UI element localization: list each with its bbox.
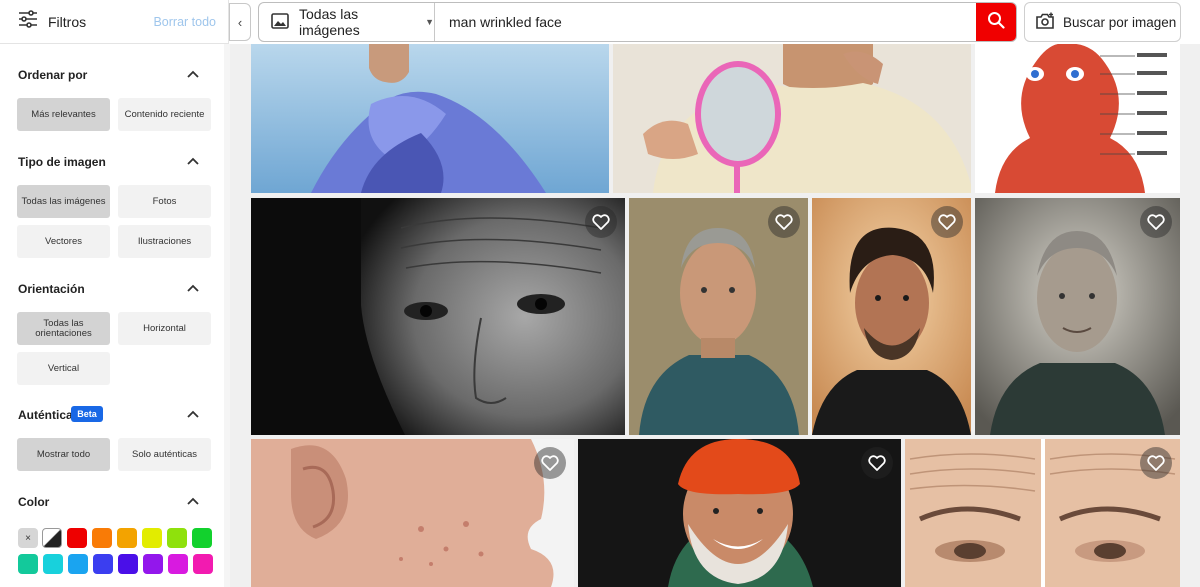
color-swatch[interactable]	[193, 554, 213, 574]
search-bar: Todas las imágenes ▼	[258, 2, 1017, 42]
heart-icon	[868, 455, 886, 471]
heart-icon	[541, 455, 559, 471]
search-input[interactable]	[435, 3, 976, 41]
chevron-down-icon: ▼	[425, 17, 434, 27]
heart-icon	[592, 214, 610, 230]
color-swatch[interactable]	[117, 528, 137, 548]
color-swatch-black-white[interactable]	[42, 528, 62, 548]
filters-sidebar: Ordenar por Más relevantes Contenido rec…	[0, 44, 230, 587]
favorite-button[interactable]	[1140, 206, 1172, 238]
result-image[interactable]	[812, 198, 971, 435]
result-image[interactable]	[975, 198, 1180, 435]
color-section-title: Color	[18, 495, 50, 509]
orientation-option-vertical[interactable]: Vertical	[17, 352, 110, 385]
authentic-option-only[interactable]: Solo auténticas	[118, 438, 211, 471]
result-image[interactable]	[629, 198, 808, 435]
heart-icon	[938, 214, 956, 230]
image-type-select[interactable]: Todas las imágenes ▼	[259, 3, 435, 41]
search-by-image-label: Buscar por imagen	[1063, 14, 1177, 30]
color-swatch[interactable]	[92, 528, 112, 548]
authentic-option-all[interactable]: Mostrar todo	[17, 438, 110, 471]
type-option-vectors[interactable]: Vectores	[17, 225, 110, 258]
color-swatch[interactable]	[67, 528, 87, 548]
orientation-option-all[interactable]: Todas las orientaciones	[17, 312, 110, 345]
color-swatch[interactable]	[168, 554, 188, 574]
favorite-button[interactable]	[768, 206, 800, 238]
camera-search-icon	[1035, 12, 1055, 33]
result-image[interactable]	[613, 44, 971, 193]
favorite-button[interactable]	[585, 206, 617, 238]
chevron-up-icon[interactable]	[186, 69, 200, 79]
chevron-up-icon[interactable]	[186, 156, 200, 166]
heart-icon	[1147, 214, 1165, 230]
sort-option-recent[interactable]: Contenido reciente	[118, 98, 211, 131]
color-swatch[interactable]	[142, 528, 162, 548]
chevron-up-icon[interactable]	[186, 283, 200, 293]
collapse-filters-button[interactable]: ‹	[229, 3, 251, 41]
color-swatch[interactable]	[118, 554, 138, 574]
color-swatch[interactable]	[93, 554, 113, 574]
filters-header: Filtros Borrar todo	[0, 0, 229, 44]
color-swatch[interactable]	[192, 528, 212, 548]
heart-icon	[775, 214, 793, 230]
authentic-section-title: Auténtica	[18, 408, 73, 422]
result-image[interactable]	[975, 44, 1180, 193]
color-swatch[interactable]	[167, 528, 187, 548]
clear-all-link[interactable]: Borrar todo	[153, 15, 216, 29]
color-swatch[interactable]	[18, 554, 38, 574]
chevron-up-icon[interactable]	[186, 409, 200, 419]
color-swatch[interactable]	[43, 554, 63, 574]
image-icon	[271, 12, 289, 32]
search-button[interactable]	[976, 3, 1016, 41]
result-image[interactable]	[905, 439, 1180, 587]
results-grid	[230, 44, 1200, 587]
sort-option-relevant[interactable]: Más relevantes	[17, 98, 110, 131]
sliders-icon[interactable]	[18, 10, 38, 33]
beta-badge: Beta	[71, 406, 103, 422]
result-image[interactable]	[251, 439, 574, 587]
favorite-button[interactable]	[1140, 447, 1172, 479]
search-by-image-button[interactable]: Buscar por imagen	[1024, 2, 1181, 42]
chevron-up-icon[interactable]	[186, 496, 200, 506]
search-icon	[987, 11, 1005, 34]
filters-title: Filtros	[48, 13, 87, 30]
orientation-option-horizontal[interactable]: Horizontal	[118, 312, 211, 345]
favorite-button[interactable]	[931, 206, 963, 238]
color-swatch[interactable]	[143, 554, 163, 574]
image-type-select-label: Todas las imágenes	[299, 6, 360, 38]
orientation-section-title: Orientación	[18, 282, 85, 296]
type-option-illustrations[interactable]: Ilustraciones	[118, 225, 211, 258]
favorite-button[interactable]	[861, 447, 893, 479]
result-image[interactable]	[251, 44, 609, 193]
color-swatch[interactable]	[68, 554, 88, 574]
result-image[interactable]	[251, 198, 625, 435]
heart-icon	[1147, 455, 1165, 471]
favorite-button[interactable]	[534, 447, 566, 479]
sort-section-title: Ordenar por	[18, 68, 88, 82]
type-option-all[interactable]: Todas las imágenes	[17, 185, 110, 218]
image-type-section-title: Tipo de imagen	[18, 155, 106, 169]
type-option-photos[interactable]: Fotos	[118, 185, 211, 218]
color-clear-swatch[interactable]: ×	[18, 528, 38, 548]
result-image[interactable]	[578, 439, 901, 587]
top-bar: Filtros Borrar todo ‹ Todas las imágenes…	[0, 0, 1200, 44]
